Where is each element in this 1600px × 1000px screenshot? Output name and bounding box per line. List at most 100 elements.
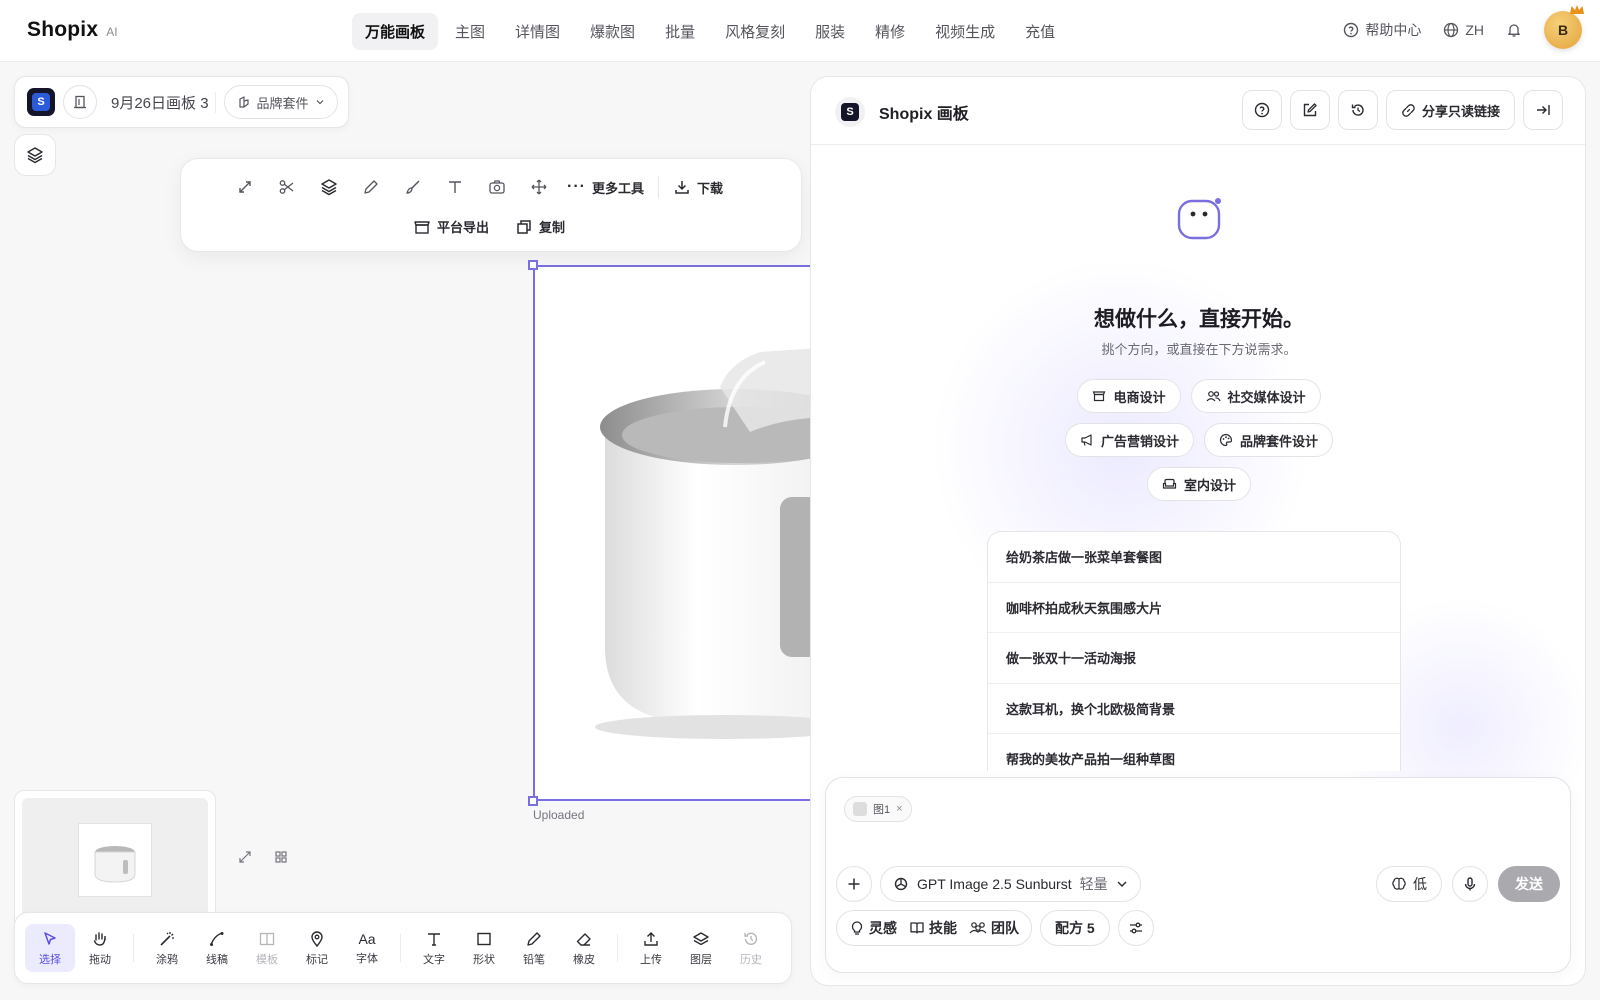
tool-hand[interactable]: 拖动 bbox=[75, 924, 125, 972]
chip-social-media-design[interactable]: 社交媒体设计 bbox=[1190, 379, 1321, 413]
hand-icon bbox=[93, 931, 106, 946]
selected-image[interactable] bbox=[533, 265, 810, 801]
text-icon bbox=[428, 932, 440, 946]
nav-item-style-copy[interactable]: 风格复刻 bbox=[712, 13, 798, 50]
model-selector[interactable]: GPT Image 2.5 Sunburst 轻量 bbox=[880, 866, 1141, 902]
help-circle-icon bbox=[1254, 102, 1270, 118]
notifications-button[interactable] bbox=[1506, 22, 1522, 38]
shape-icon bbox=[477, 932, 491, 945]
close-icon[interactable]: × bbox=[896, 803, 902, 815]
more-tools-button[interactable]: ··· 更多工具 bbox=[567, 178, 644, 197]
voice-input-button[interactable] bbox=[1452, 866, 1488, 902]
camera-icon[interactable] bbox=[483, 173, 511, 201]
cursor-icon bbox=[44, 931, 56, 945]
project-name[interactable]: 9月26日画板 3 bbox=[105, 91, 216, 113]
expand-icon[interactable] bbox=[231, 173, 259, 201]
prompt-suggestions: 给奶茶店做一张菜单套餐图 咖啡杯拍成秋天氛围感大片 做一张双十一活动海报 这款耳… bbox=[987, 531, 1401, 771]
brush-icon[interactable] bbox=[399, 173, 427, 201]
tool-upload[interactable]: 上传 bbox=[626, 924, 676, 972]
assistant-face-icon bbox=[1177, 198, 1221, 240]
canvas-area[interactable]: S 9月26日画板 3 品牌套件 ··· 更多工具 下载 平台导出 复制 Upl… bbox=[0, 62, 810, 1000]
copy-button[interactable]: 复制 bbox=[515, 217, 565, 236]
chip-brand-kit-design[interactable]: 品牌套件设计 bbox=[1204, 423, 1334, 457]
nav-item-batch[interactable]: 批量 bbox=[652, 13, 708, 50]
tool-history[interactable]: 历史 bbox=[726, 924, 776, 972]
tool-layers[interactable]: 图层 bbox=[676, 924, 726, 972]
logo[interactable]: Shopix AI bbox=[27, 18, 118, 42]
book-icon bbox=[910, 922, 924, 934]
share-readonly-link-button[interactable]: 分享只读链接 bbox=[1385, 90, 1515, 130]
project-bar: S 9月26日画板 3 品牌套件 bbox=[14, 76, 349, 128]
download-button[interactable]: 下载 bbox=[673, 178, 723, 197]
recipe-button[interactable]: 配方 5 bbox=[1040, 910, 1110, 946]
nav-item-apparel[interactable]: 服装 bbox=[802, 13, 858, 50]
collapse-right-icon bbox=[1537, 105, 1550, 115]
scissors-icon[interactable] bbox=[273, 173, 301, 201]
nav-item-main-image[interactable]: 主图 bbox=[442, 13, 498, 50]
history-button[interactable] bbox=[1337, 90, 1378, 130]
platform-export-button[interactable]: 平台导出 bbox=[413, 217, 489, 236]
model-name: GPT Image 2.5 Sunburst bbox=[917, 876, 1072, 892]
workspace-badge[interactable]: S bbox=[27, 88, 55, 116]
suggestion-item[interactable]: 给奶茶店做一张菜单套餐图 bbox=[988, 532, 1400, 583]
text-tool-icon[interactable] bbox=[441, 173, 469, 201]
top-bar: Shopix AI 万能画板 主图 详情图 爆款图 批量 风格复刻 服装 精修 … bbox=[0, 0, 1600, 62]
settings-sliders-button[interactable] bbox=[1117, 910, 1154, 946]
tool-select[interactable]: 选择 bbox=[25, 924, 75, 972]
pen-icon[interactable] bbox=[357, 173, 385, 201]
resize-handle-top-left[interactable] bbox=[528, 260, 538, 270]
resize-handle-bottom-left[interactable] bbox=[528, 796, 538, 806]
users-icon bbox=[1206, 391, 1221, 402]
prompt-composer[interactable]: 图1 × GPT Image 2.5 Sunburst 轻量 低 发送 灵感 技… bbox=[825, 777, 1571, 973]
template-icon bbox=[259, 932, 275, 945]
microphone-icon bbox=[1464, 877, 1476, 891]
tool-line-sketch[interactable]: 线稿 bbox=[192, 924, 242, 972]
chip-ecommerce-design[interactable]: 电商设计 bbox=[1077, 379, 1181, 413]
tool-font[interactable]: Aa 字体 bbox=[342, 924, 392, 972]
collapse-panel-button[interactable] bbox=[1523, 90, 1563, 130]
suggestion-item[interactable]: 这款耳机，换个北欧极简背景 bbox=[988, 684, 1400, 734]
chip-interior-design[interactable]: 室内设计 bbox=[1146, 467, 1251, 501]
suggestion-item[interactable]: 帮我的美妆产品拍一组种草图 bbox=[988, 734, 1400, 771]
skills-button[interactable]: 技能 bbox=[909, 918, 957, 938]
grid-icon[interactable] bbox=[274, 850, 288, 864]
help-center-link[interactable]: 帮助中心 bbox=[1343, 20, 1421, 40]
quality-selector[interactable]: 低 bbox=[1376, 866, 1442, 902]
tool-pencil[interactable]: 铅笔 bbox=[509, 924, 559, 972]
new-chat-button[interactable] bbox=[1289, 90, 1330, 130]
nav-item-recharge[interactable]: 充值 bbox=[1012, 13, 1068, 50]
language-switch[interactable]: ZH bbox=[1443, 22, 1484, 38]
team-button[interactable]: 团队 bbox=[969, 918, 1019, 938]
minimap[interactable] bbox=[14, 790, 216, 930]
move-icon[interactable] bbox=[525, 173, 553, 201]
suggestion-item[interactable]: 做一张双十一活动海报 bbox=[988, 633, 1400, 684]
tool-doodle[interactable]: 涂鸦 bbox=[142, 924, 192, 972]
nav-item-detail-image[interactable]: 详情图 bbox=[502, 13, 573, 50]
tool-eraser[interactable]: 橡皮 bbox=[559, 924, 609, 972]
fit-screen-icon[interactable] bbox=[238, 850, 252, 864]
help-button[interactable] bbox=[1241, 90, 1282, 130]
tool-template[interactable]: 模板 bbox=[242, 924, 292, 972]
inspiration-button[interactable]: 灵感 bbox=[849, 918, 897, 938]
add-button[interactable] bbox=[836, 866, 872, 902]
tool-text[interactable]: 文字 bbox=[409, 924, 459, 972]
suggestion-item[interactable]: 咖啡杯拍成秋天氛围感大片 bbox=[988, 583, 1400, 633]
user-avatar[interactable]: B bbox=[1544, 5, 1584, 49]
brand-kit-dropdown[interactable]: 品牌套件 bbox=[223, 85, 338, 119]
tool-shape[interactable]: 形状 bbox=[459, 924, 509, 972]
layers-stack-icon[interactable] bbox=[315, 173, 343, 201]
panel-header: S Shopix 画板 分享只读链接 bbox=[811, 77, 1585, 145]
attachment-chip[interactable]: 图1 × bbox=[844, 796, 912, 822]
building-button[interactable] bbox=[63, 85, 97, 119]
send-button[interactable]: 发送 bbox=[1498, 866, 1560, 902]
nav-item-hot-image[interactable]: 爆款图 bbox=[577, 13, 648, 50]
chip-ad-marketing-design[interactable]: 广告营销设计 bbox=[1064, 423, 1194, 457]
layers-panel-button[interactable] bbox=[14, 134, 56, 176]
nav-item-retouch[interactable]: 精修 bbox=[862, 13, 918, 50]
team-icon bbox=[969, 922, 987, 934]
image-caption: Uploaded bbox=[533, 808, 585, 822]
tool-pin[interactable]: 标记 bbox=[292, 924, 342, 972]
platform-export-label: 平台导出 bbox=[437, 220, 490, 235]
nav-item-canvas[interactable]: 万能画板 bbox=[352, 13, 439, 50]
nav-item-video[interactable]: 视频生成 bbox=[922, 13, 1008, 50]
